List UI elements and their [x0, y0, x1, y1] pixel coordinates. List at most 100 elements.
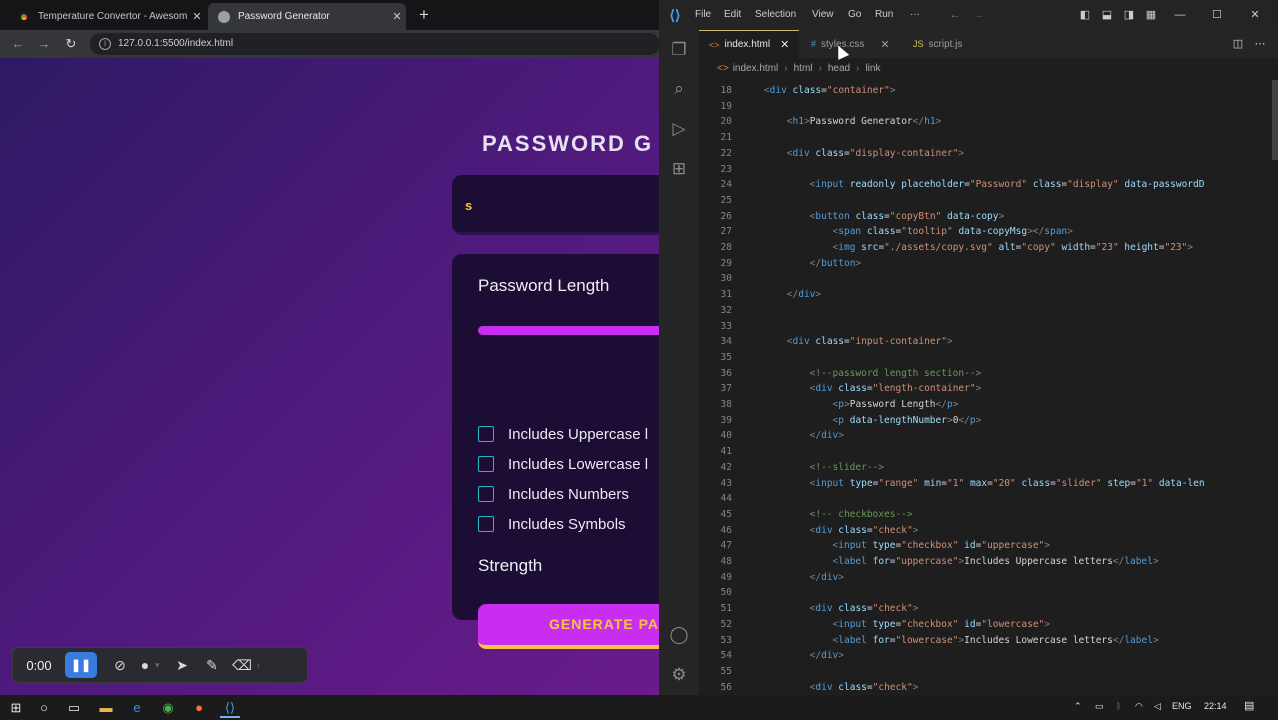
chrome-icon[interactable]: ◉	[158, 698, 178, 718]
uppercase-check[interactable]: Includes Uppercase l	[478, 424, 648, 444]
code-line[interactable]: 49 </div>	[699, 571, 1278, 585]
code-line[interactable]: 51 <div class="check">	[699, 602, 1278, 616]
menu-edit[interactable]: Edit	[724, 9, 741, 20]
pause-icon[interactable]: ❚❚	[65, 652, 97, 678]
code-line[interactable]: 39 <p data-lengthNumber>0</p>	[699, 414, 1278, 428]
breadcrumb-link[interactable]: link	[865, 63, 880, 74]
menu-file[interactable]: File	[695, 9, 711, 20]
chevron-down-icon[interactable]: ▾	[155, 660, 167, 671]
menu-view[interactable]: View	[812, 9, 834, 20]
split-editor-icon[interactable]: ◫	[1230, 37, 1246, 51]
code-line[interactable]: 40 </div>	[699, 429, 1278, 443]
bluetooth-icon[interactable]: ᛒ	[1116, 701, 1121, 711]
browser-tab-temperature[interactable]: Temperature Convertor - Awesom ✕	[8, 3, 206, 30]
symbols-check[interactable]: Includes Symbols	[478, 514, 626, 534]
forward-icon[interactable]: →	[34, 34, 54, 54]
code-line[interactable]: 33	[699, 320, 1278, 334]
settings-gear-icon[interactable]: ⚙	[667, 663, 691, 687]
back-icon[interactable]: ←	[8, 34, 28, 54]
menu-run[interactable]: Run	[875, 9, 893, 20]
code-line[interactable]: 26 <button class="copyBtn" data-copy>	[699, 210, 1278, 224]
menu-go[interactable]: Go	[848, 9, 861, 20]
pointer-icon[interactable]: ➤	[167, 657, 197, 674]
toggle-primary-sidebar-icon[interactable]: ◧	[1076, 7, 1094, 23]
file-explorer-icon[interactable]: ▬	[96, 698, 116, 718]
breadcrumb-file[interactable]: index.html	[733, 63, 779, 74]
volume-icon[interactable]: ◁	[1154, 701, 1161, 712]
extensions-icon[interactable]: ⊞	[667, 157, 691, 181]
notifications-icon[interactable]: ▤	[1244, 699, 1254, 712]
windows-start-icon[interactable]: ⊞	[6, 698, 26, 718]
run-debug-icon[interactable]: ▷	[667, 117, 691, 141]
account-icon[interactable]: ◯	[667, 623, 691, 647]
numbers-check[interactable]: Includes Numbers	[478, 484, 629, 504]
chevron-up-icon[interactable]: ⌃	[1074, 701, 1082, 712]
nav-back-icon[interactable]: ←	[946, 7, 964, 23]
menu-more[interactable]: ···	[910, 9, 920, 20]
generate-password-button[interactable]: GENERATE PA	[478, 604, 659, 649]
info-icon[interactable]: i	[99, 38, 111, 50]
code-line[interactable]: 42 <!--slider-->	[699, 461, 1278, 475]
code-line[interactable]: 19	[699, 100, 1278, 114]
code-editor[interactable]: 18 <div class="container"> 19 20 <h1>Passw…	[699, 80, 1278, 695]
breadcrumb-head[interactable]: head	[828, 63, 850, 74]
more-actions-icon[interactable]: ⋯	[1252, 37, 1268, 51]
code-line[interactable]: 35	[699, 351, 1278, 365]
code-line[interactable]: 28 <img src="./assets/copy.svg" alt="cop…	[699, 241, 1278, 255]
maximize-icon[interactable]: ☐	[1208, 7, 1226, 23]
code-line[interactable]: 25	[699, 194, 1278, 208]
toggle-panel-icon[interactable]: ⬓	[1098, 7, 1116, 23]
numbers-checkbox[interactable]	[478, 486, 494, 502]
code-line[interactable]: 38 <p>Password Length</p>	[699, 398, 1278, 412]
explorer-icon[interactable]: ❐	[667, 38, 691, 62]
code-line[interactable]: 43 <input type="range" min="1" max="20" …	[699, 477, 1278, 491]
code-line[interactable]: 46 <div class="check">	[699, 524, 1278, 538]
tab-index-html[interactable]: <> index.html ✕	[699, 30, 799, 58]
nav-forward-icon[interactable]: →	[970, 7, 988, 23]
close-tab-icon[interactable]: ✕	[188, 10, 206, 23]
collapse-icon[interactable]: ‹	[257, 660, 269, 670]
code-line[interactable]: 22 <div class="display-container">	[699, 147, 1278, 161]
menu-selection[interactable]: Selection	[755, 9, 796, 20]
task-view-icon[interactable]: ▭	[64, 698, 84, 718]
code-line[interactable]: 55	[699, 665, 1278, 679]
customize-layout-icon[interactable]: ▦	[1142, 7, 1160, 23]
code-line[interactable]: 48 <label for="uppercase">Includes Upper…	[699, 555, 1278, 569]
vscode-taskbar-icon[interactable]: ⟨⟩	[220, 698, 240, 718]
code-line[interactable]: 30	[699, 272, 1278, 286]
code-line[interactable]: 29 </button>	[699, 257, 1278, 271]
camera-off-icon[interactable]: ⊘	[105, 657, 135, 674]
code-line[interactable]: 45 <!-- checkboxes-->	[699, 508, 1278, 522]
code-line[interactable]: 47 <input type="checkbox" id="uppercase"…	[699, 539, 1278, 553]
code-line[interactable]: 53 <label for="lowercase">Includes Lower…	[699, 634, 1278, 648]
close-tab-icon[interactable]: ✕	[388, 10, 406, 23]
clock[interactable]: 22:14	[1204, 701, 1227, 711]
firefox-icon[interactable]: ●	[189, 698, 209, 718]
browser-tab-password-generator[interactable]: Password Generator ✕	[208, 3, 406, 30]
close-window-icon[interactable]: ✕	[1246, 7, 1264, 23]
toggle-secondary-sidebar-icon[interactable]: ◨	[1120, 7, 1138, 23]
password-display[interactable]: s	[452, 175, 659, 235]
url-field[interactable]: i 127.0.0.1:5500/index.html	[90, 33, 659, 55]
code-line[interactable]: 54 </div>	[699, 649, 1278, 663]
code-line[interactable]: 21	[699, 131, 1278, 145]
reload-icon[interactable]: ↻	[61, 34, 81, 54]
search-icon[interactable]: ⌕	[667, 77, 691, 101]
code-line[interactable]: 20 <h1>Password Generator</h1>	[699, 115, 1278, 129]
code-line[interactable]: 41	[699, 445, 1278, 459]
edge-icon[interactable]: e	[127, 698, 147, 718]
code-line[interactable]: 32	[699, 304, 1278, 318]
symbols-checkbox[interactable]	[478, 516, 494, 532]
code-line[interactable]: 36 <!--password length section-->	[699, 367, 1278, 381]
code-line[interactable]: 24 <input readonly placeholder="Password…	[699, 178, 1278, 192]
code-line[interactable]: 34 <div class="input-container">	[699, 335, 1278, 349]
lowercase-checkbox[interactable]	[478, 456, 494, 472]
minimize-icon[interactable]: —	[1171, 7, 1189, 23]
code-line[interactable]: 27 <span class="tooltip" data-copyMsg></…	[699, 225, 1278, 239]
length-slider[interactable]	[478, 326, 659, 335]
close-tab-icon[interactable]: ✕	[880, 38, 889, 51]
tab-styles-css[interactable]: # styles.css ✕	[801, 30, 901, 58]
eraser-icon[interactable]: ⌫	[227, 657, 257, 674]
language-indicator[interactable]: ENG	[1172, 701, 1192, 711]
code-line[interactable]: 37 <div class="length-container">	[699, 382, 1278, 396]
